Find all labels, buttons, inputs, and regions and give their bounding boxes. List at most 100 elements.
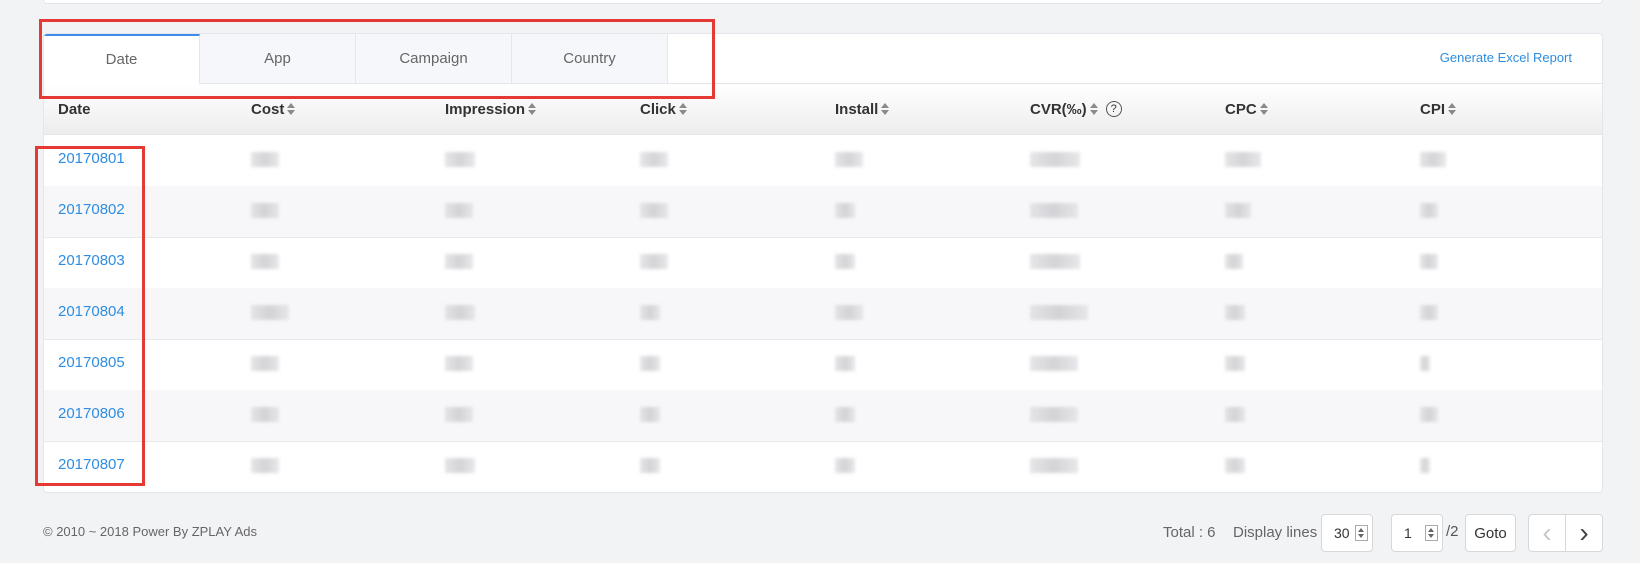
date-link[interactable]: 20170805 — [58, 354, 125, 371]
display-lines-label: Display lines — [1233, 524, 1318, 541]
date-link[interactable]: 20170802 — [58, 201, 125, 218]
redacted-cell — [445, 407, 473, 422]
sort-icon[interactable] — [678, 103, 687, 115]
table-header: Date Cost Impression Click Install CVR(‰… — [44, 84, 1602, 135]
display-lines-stepper[interactable]: 30 — [1321, 514, 1373, 552]
redacted-cell — [640, 458, 660, 473]
redacted-cell — [1225, 407, 1245, 422]
tab-date[interactable]: Date — [44, 34, 200, 84]
stepper-arrows-icon[interactable] — [1425, 525, 1438, 541]
top-card-edge — [43, 0, 1603, 4]
goto-button[interactable]: Goto — [1465, 514, 1516, 552]
redacted-cell — [251, 458, 279, 473]
date-link[interactable]: 20170806 — [58, 405, 125, 422]
redacted-cell — [1030, 152, 1080, 167]
redacted-cell — [640, 305, 660, 320]
sort-icon[interactable] — [1259, 103, 1268, 115]
redacted-cell — [835, 407, 855, 422]
column-header-cpc[interactable]: CPC — [1225, 84, 1268, 134]
next-page-button[interactable]: › — [1565, 514, 1603, 552]
redacted-cell — [1030, 254, 1080, 269]
redacted-cell — [1420, 152, 1446, 167]
help-icon[interactable]: ? — [1105, 101, 1122, 117]
chevron-left-icon: ‹ — [1542, 517, 1552, 548]
chevron-right-icon: › — [1579, 517, 1589, 548]
column-header-click[interactable]: Click — [640, 84, 687, 134]
redacted-cell — [1030, 407, 1078, 422]
stepper-arrows-icon[interactable] — [1355, 525, 1368, 541]
generate-excel-report-link[interactable]: Generate Excel Report — [1440, 50, 1572, 65]
redacted-cell — [251, 407, 279, 422]
date-link[interactable]: 20170807 — [58, 456, 125, 473]
column-header-install[interactable]: Install — [835, 84, 890, 134]
redacted-cell — [1420, 305, 1438, 320]
column-header-label: CVR(‰) — [1030, 100, 1087, 118]
sort-icon[interactable] — [287, 103, 296, 115]
column-header-label: CPI — [1420, 100, 1446, 118]
redacted-cell — [445, 254, 473, 269]
redacted-cell — [1225, 152, 1261, 167]
redacted-cell — [835, 254, 855, 269]
sort-icon[interactable] — [881, 103, 890, 115]
column-header-impression[interactable]: Impression — [445, 84, 537, 134]
column-header-cvr[interactable]: CVR(‰) ? — [1030, 84, 1122, 134]
report-tabs: Date App Campaign Country — [44, 34, 668, 84]
table-row: 20170806 — [44, 390, 1602, 442]
redacted-cell — [1420, 254, 1438, 269]
date-link[interactable]: 20170803 — [58, 252, 125, 269]
redacted-cell — [1225, 254, 1243, 269]
redacted-cell — [640, 152, 668, 167]
redacted-cell — [445, 458, 475, 473]
date-link[interactable]: 20170804 — [58, 303, 125, 320]
column-header-label: CPC — [1225, 100, 1257, 118]
redacted-cell — [640, 203, 668, 218]
redacted-cell — [1030, 305, 1088, 320]
redacted-cell — [640, 254, 668, 269]
redacted-cell — [1420, 356, 1430, 371]
sort-icon[interactable] — [1089, 103, 1098, 115]
page-number-value: 1 — [1404, 525, 1412, 541]
column-header-cost[interactable]: Cost — [251, 84, 296, 134]
column-header-label: Date — [58, 100, 91, 118]
sort-icon[interactable] — [1448, 103, 1457, 115]
redacted-cell — [640, 407, 660, 422]
previous-page-button[interactable]: ‹ — [1528, 514, 1566, 552]
redacted-cell — [1030, 203, 1078, 218]
redacted-cell — [835, 305, 863, 320]
redacted-cell — [1030, 458, 1078, 473]
total-count: Total : 6 — [1163, 524, 1216, 541]
column-header-cpi[interactable]: CPI — [1420, 84, 1457, 134]
copyright-text: © 2010 ~ 2018 Power By ZPLAY Ads — [43, 524, 257, 539]
redacted-cell — [640, 356, 660, 371]
redacted-cell — [251, 254, 279, 269]
redacted-cell — [251, 203, 279, 218]
redacted-cell — [1225, 305, 1245, 320]
redacted-cell — [445, 152, 475, 167]
table-row: 20170802 — [44, 186, 1602, 238]
table-row: 20170801 — [44, 135, 1602, 187]
column-header-label: Cost — [251, 100, 285, 118]
redacted-cell — [445, 203, 473, 218]
sort-icon[interactable] — [528, 103, 537, 115]
table-row: 20170805 — [44, 339, 1602, 391]
tab-app[interactable]: App — [200, 34, 356, 84]
tab-country[interactable]: Country — [512, 34, 668, 84]
date-link[interactable]: 20170801 — [58, 150, 125, 167]
page-number-stepper[interactable]: 1 — [1391, 514, 1443, 552]
column-header-date: Date — [58, 84, 91, 134]
redacted-cell — [1420, 458, 1430, 473]
redacted-cell — [835, 356, 855, 371]
redacted-cell — [251, 305, 289, 320]
report-panel: Date App Campaign Country Generate Excel… — [43, 33, 1603, 493]
redacted-cell — [1420, 203, 1438, 218]
redacted-cell — [835, 458, 855, 473]
redacted-cell — [251, 356, 279, 371]
redacted-cell — [1225, 458, 1245, 473]
column-header-label: Impression — [445, 100, 526, 118]
redacted-cell — [1420, 407, 1438, 422]
tab-campaign[interactable]: Campaign — [356, 34, 512, 84]
redacted-cell — [835, 203, 855, 218]
table-row: 20170803 — [44, 237, 1602, 289]
redacted-cell — [1225, 203, 1251, 218]
column-header-label: Install — [835, 100, 879, 118]
